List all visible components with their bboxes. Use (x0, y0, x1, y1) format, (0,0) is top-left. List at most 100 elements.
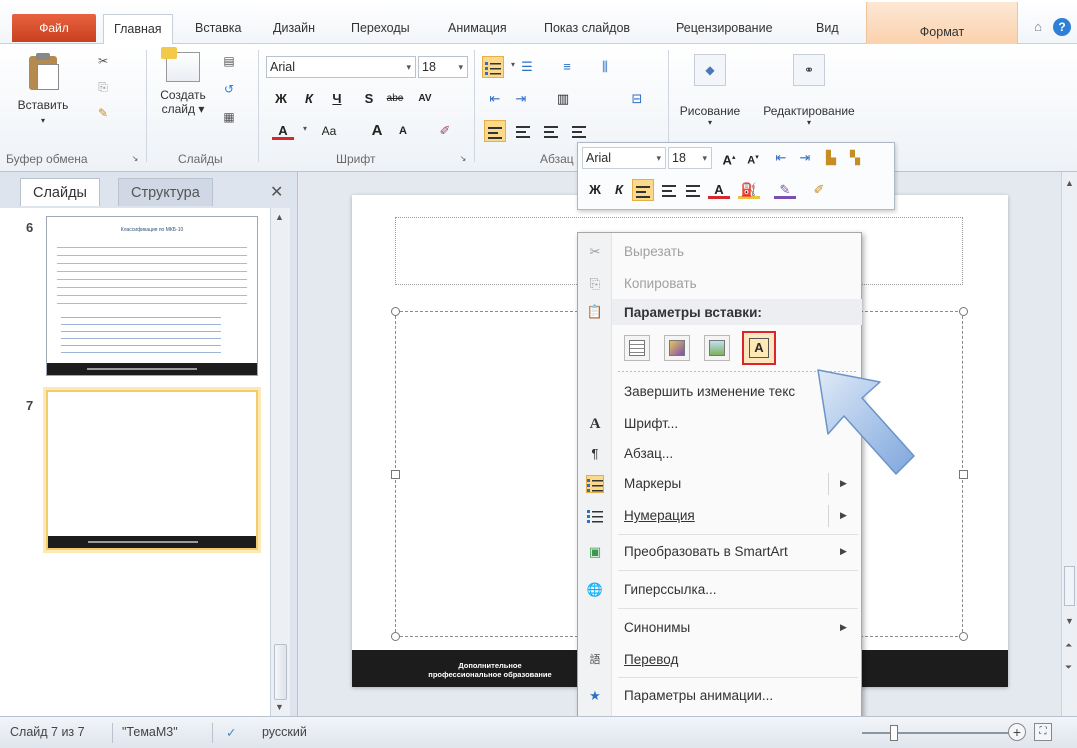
panel-scrollbar[interactable]: ▲ ▼ (270, 208, 290, 716)
scroll-down-icon[interactable]: ▼ (1065, 616, 1074, 626)
mini-increase-indent-icon[interactable]: ⇥ (794, 147, 816, 169)
menu-item-animation-settings[interactable]: ★ Параметры анимации... (578, 681, 861, 711)
mini-fill-color-icon[interactable]: ⛽ (738, 179, 760, 199)
justify-button[interactable] (568, 120, 590, 142)
decrease-indent-icon[interactable]: ⇤ (484, 88, 506, 110)
align-center-button[interactable] (512, 120, 534, 142)
tab-review[interactable]: Рецензирование (666, 14, 783, 44)
paste-keep-text-only[interactable]: A (742, 331, 776, 365)
drawing-button[interactable]: ◆ Рисование ▾ (672, 54, 748, 127)
mini-align-center-button[interactable] (658, 179, 680, 201)
bold-button[interactable]: Ж (270, 88, 292, 110)
paste-keep-source-formatting[interactable] (664, 335, 690, 361)
font-color-button[interactable]: A (272, 120, 294, 140)
scroll-down-icon[interactable]: ▼ (275, 702, 284, 712)
tab-view[interactable]: Вид (806, 14, 849, 44)
mini-outline-color-icon[interactable]: ✎ (774, 179, 796, 199)
resize-handle[interactable] (959, 632, 968, 641)
new-slide-button[interactable]: Создать слайд ▾ (152, 47, 214, 116)
shadow-button[interactable]: S (358, 88, 380, 110)
scroll-up-icon[interactable]: ▲ (275, 212, 284, 222)
resize-handle[interactable] (391, 470, 400, 479)
tab-format[interactable]: Формат (866, 2, 1018, 44)
menu-item-synonyms[interactable]: Синонимы ▶ (578, 613, 861, 643)
editing-button[interactable]: ⚭ Редактирование ▾ (752, 54, 866, 127)
tab-transitions[interactable]: Переходы (341, 14, 420, 44)
fit-to-window-icon[interactable]: ⛶ (1034, 723, 1052, 741)
zoom-slider-thumb[interactable] (890, 725, 898, 741)
font-launcher-icon[interactable]: ↘ (454, 154, 472, 170)
columns-icon[interactable]: ▥ (552, 88, 574, 110)
zoom-slider[interactable] (862, 732, 1012, 734)
mini-font-size[interactable]: 18 ▾ (668, 147, 712, 169)
scroll-up-icon[interactable]: ▲ (1065, 178, 1074, 188)
align-text-icon[interactable]: ⊟ (626, 88, 648, 110)
menu-item-numbering[interactable]: Нумерация ▶ (578, 501, 861, 531)
clipboard-launcher-icon[interactable]: ↘ (126, 154, 144, 170)
menu-item-translate[interactable]: 語 Перевод (578, 645, 861, 675)
mini-bold-button[interactable]: Ж (584, 179, 606, 201)
paste-button[interactable]: Вставить ▾ (12, 52, 74, 125)
help-icon[interactable]: ? (1053, 18, 1071, 36)
mini-shrink-font-icon[interactable]: A▾ (742, 147, 764, 169)
mini-decrease-indent-icon[interactable]: ⇤ (770, 147, 792, 169)
align-right-button[interactable] (540, 120, 562, 142)
tab-slideshow[interactable]: Показ слайдов (534, 14, 640, 44)
section-icon[interactable]: ▦ (220, 110, 238, 126)
grow-font-button[interactable]: A (366, 120, 388, 142)
mini-font-color-button[interactable]: A (708, 179, 730, 199)
shrink-font-button[interactable]: A (392, 120, 414, 142)
tab-insert[interactable]: Вставка (185, 14, 251, 44)
zoom-in-icon[interactable]: + (1008, 723, 1026, 741)
tab-animation[interactable]: Анимация (438, 14, 517, 44)
menu-item-smartart[interactable]: ▣ Преобразовать в SmartArt ▶ (578, 537, 861, 567)
tab-slides[interactable]: Слайды (20, 178, 100, 206)
main-scrollbar[interactable]: ▲ ▼ ⏶ ⏷ (1061, 172, 1077, 716)
resize-handle[interactable] (391, 307, 400, 316)
theme-name[interactable]: "ТемаМ3" (122, 725, 178, 739)
align-left-button[interactable] (484, 120, 506, 142)
font-color-dropdown-icon[interactable]: ▾ (296, 124, 314, 140)
slide-thumbnail-7[interactable] (46, 390, 258, 550)
mini-align-left-button[interactable] (632, 179, 654, 201)
resize-handle[interactable] (959, 307, 968, 316)
mini-italic-button[interactable]: К (608, 179, 630, 201)
layout-icon[interactable]: ▤ (220, 54, 238, 70)
tab-home[interactable]: Главная (103, 14, 173, 45)
reset-icon[interactable]: ↺ (220, 82, 238, 98)
format-painter-icon[interactable]: ✎ (94, 106, 112, 122)
italic-button[interactable]: К (298, 88, 320, 110)
tab-file[interactable]: Файл (12, 14, 96, 42)
spellcheck-icon[interactable]: ✓ (226, 725, 236, 740)
line-spacing-icon[interactable]: ≡ (556, 56, 578, 78)
strikethrough-button[interactable]: abe (384, 88, 406, 110)
minimize-ribbon-icon[interactable]: ⌂ (1029, 18, 1047, 36)
mini-grow-font-icon[interactable]: A▴ (718, 147, 740, 169)
paste-use-destination-theme[interactable] (624, 335, 650, 361)
bullets-button[interactable] (482, 56, 504, 78)
clear-formatting-icon[interactable]: ✐ (434, 120, 456, 142)
mini-align-right-button[interactable] (682, 179, 704, 201)
char-spacing-button[interactable]: AV (414, 88, 436, 110)
mini-format-painter-icon[interactable]: ▙ (820, 147, 842, 169)
font-size-box[interactable]: 18 ▾ (418, 56, 468, 78)
mini-format-painter-brush-icon[interactable]: ✐ (808, 179, 830, 201)
mini-layout-icon[interactable]: ▚ (844, 147, 866, 169)
underline-button[interactable]: Ч (326, 88, 348, 110)
paste-picture[interactable] (704, 335, 730, 361)
next-slide-icon[interactable]: ⏷ (1065, 662, 1072, 673)
resize-handle[interactable] (959, 470, 968, 479)
numbering-icon[interactable]: ☰ (516, 56, 538, 78)
tab-design[interactable]: Дизайн (263, 14, 325, 44)
menu-item-copy[interactable]: ⎘ Копировать (578, 269, 861, 299)
menu-item-hyperlink[interactable]: 🌐 Гиперссылка... (578, 575, 861, 605)
increase-indent-icon[interactable]: ⇥ (510, 88, 532, 110)
change-case-button[interactable]: Aa (314, 120, 344, 142)
mini-font-name[interactable]: Arial ▾ (582, 147, 666, 169)
menu-item-cut[interactable]: ✂ Вырезать (578, 237, 861, 267)
language[interactable]: русский (262, 725, 307, 739)
scrollbar-thumb[interactable] (274, 644, 287, 700)
prev-slide-icon[interactable]: ⏶ (1065, 640, 1072, 651)
font-name-box[interactable]: Arial ▾ (266, 56, 416, 78)
cut-icon[interactable]: ✂ (94, 54, 112, 70)
